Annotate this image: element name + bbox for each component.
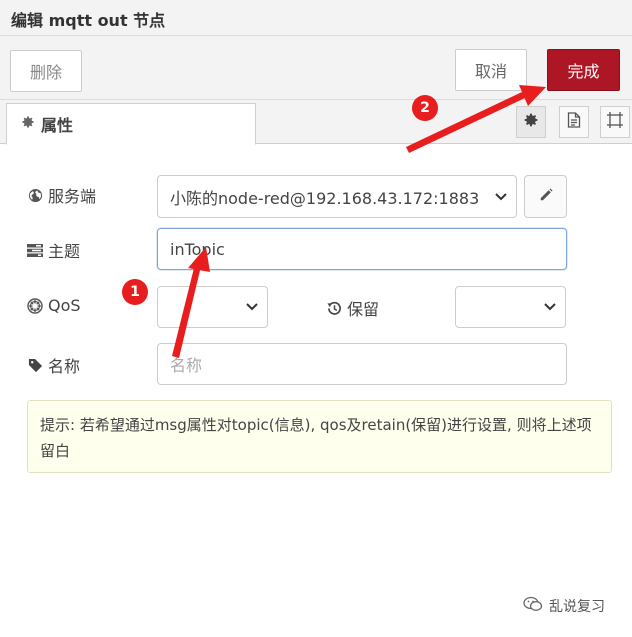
name-input-placeholder: 名称 (170, 356, 203, 375)
tab-description[interactable] (559, 106, 589, 138)
chevron-down-icon (246, 303, 258, 311)
retain-label: 保留 (347, 300, 380, 319)
tasks-icon (26, 243, 44, 257)
tab-properties[interactable]: 属性 (6, 103, 256, 145)
annotation-badge-2: 2 (412, 95, 438, 121)
dialog-header: 编辑 mqtt out 节点 (0, 0, 632, 36)
tip-text: 提示: 若希望通过msg属性对topic(信息), qos及retain(保留)… (40, 416, 592, 460)
topic-row: 主题 (26, 238, 80, 262)
tab-settings[interactable] (516, 106, 546, 138)
frame-icon (606, 112, 624, 132)
dialog-title: 编辑 mqtt out 节点 (11, 11, 166, 30)
qos-label: QoS (48, 296, 81, 315)
wechat-icon (523, 596, 543, 616)
name-row: 名称 (26, 353, 80, 377)
globe-icon (26, 188, 44, 203)
qos-select[interactable] (157, 286, 268, 328)
gear-icon (523, 112, 539, 132)
cancel-button[interactable]: 取消 (455, 49, 527, 91)
name-input[interactable]: 名称 (157, 343, 567, 385)
server-select-value: 小陈的node-red@192.168.43.172:1883 (170, 188, 480, 208)
tag-icon (26, 358, 44, 373)
history-icon (325, 301, 343, 316)
done-button[interactable]: 完成 (547, 49, 620, 91)
retain-row: 保留 (325, 296, 379, 320)
annotation-badge-1: 1 (122, 279, 148, 305)
dialog-toolbar: 删除 取消 完成 (0, 36, 632, 100)
retain-select[interactable] (455, 286, 566, 328)
server-select[interactable]: 小陈的node-red@192.168.43.172:1883 (157, 175, 517, 218)
tab-appearance[interactable] (600, 106, 630, 138)
topic-label: 主题 (48, 242, 81, 261)
delete-button[interactable]: 删除 (10, 50, 82, 92)
watermark-text: 乱说复习 (549, 599, 605, 615)
server-label: 服务端 (48, 187, 97, 206)
server-row: 服务端 (26, 183, 96, 207)
qos-empire-icon (26, 297, 44, 314)
tip-box: 提示: 若希望通过msg属性对topic(信息), qos及retain(保留)… (27, 400, 612, 473)
chevron-down-icon (544, 303, 556, 311)
name-label: 名称 (48, 357, 81, 376)
gear-icon (21, 115, 35, 133)
edit-server-button[interactable] (524, 175, 567, 218)
topic-input[interactable]: inTopic (157, 228, 567, 270)
tab-properties-label: 属性 (41, 116, 74, 135)
tab-strip: 属性 (0, 100, 632, 145)
chevron-down-icon (495, 192, 507, 200)
topic-input-value: inTopic (170, 239, 225, 259)
pencil-icon (539, 187, 553, 206)
watermark: 乱说复习 (523, 596, 605, 616)
file-text-icon (567, 112, 581, 132)
qos-row: QoS (26, 296, 81, 315)
